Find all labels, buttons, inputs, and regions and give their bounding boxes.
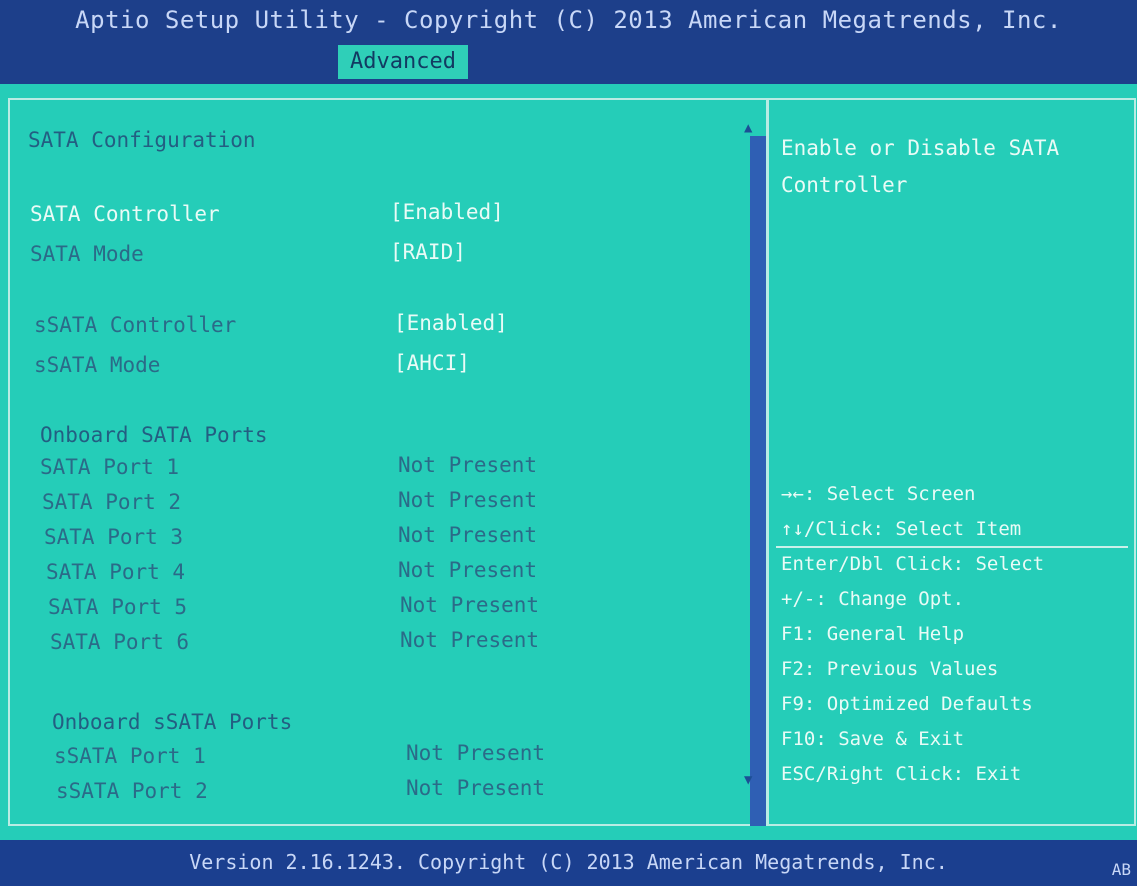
- key-help-item: +/-: Change Opt.: [781, 588, 965, 610]
- key-help-item: ↑↓/Click: Select Item: [781, 518, 1022, 540]
- setting-value-ssata-controller[interactable]: [Enabled]: [394, 311, 508, 335]
- sata-port-label: SATA Port 3: [44, 525, 184, 549]
- main-area: SATA Configuration SATA Controller [Enab…: [0, 84, 1137, 840]
- key-help-item: ESC/Right Click: Exit: [781, 763, 1022, 785]
- page-title: SATA Configuration: [28, 128, 256, 152]
- version-text: Version 2.16.1243. Copyright (C) 2013 Am…: [189, 850, 948, 874]
- key-help-item: Enter/Dbl Click: Select: [781, 553, 1045, 575]
- down-triangle-icon[interactable]: ▼: [744, 772, 752, 788]
- sata-port-status: Not Present: [398, 453, 538, 477]
- app-title: Aptio Setup Utility - Copyright (C) 2013…: [75, 6, 1062, 34]
- sata-port-status: Not Present: [398, 558, 538, 582]
- ssata-port-label: sSATA Port 1: [54, 744, 206, 768]
- sata-port-status: Not Present: [398, 488, 538, 512]
- setting-label-ssata-mode[interactable]: sSATA Mode: [34, 353, 160, 377]
- sata-port-status: Not Present: [400, 593, 540, 617]
- help-panel: Enable or Disable SATA Controller →←: Se…: [769, 98, 1136, 826]
- sata-port-label: SATA Port 2: [42, 490, 182, 514]
- onboard-sata-heading: Onboard SATA Ports: [40, 423, 268, 447]
- key-help-item: F1: General Help: [781, 623, 965, 645]
- footer-bar: Version 2.16.1243. Copyright (C) 2013 Am…: [0, 840, 1137, 886]
- setting-value-sata-controller[interactable]: [Enabled]: [390, 200, 504, 224]
- setting-value-ssata-mode[interactable]: [AHCI]: [394, 351, 470, 375]
- header-bar: Aptio Setup Utility - Copyright (C) 2013…: [0, 0, 1137, 84]
- ssata-port-label: sSATA Port 2: [56, 779, 208, 803]
- sata-port-label: SATA Port 4: [46, 560, 186, 584]
- key-help-item: F9: Optimized Defaults: [781, 693, 1033, 715]
- sata-port-status: Not Present: [398, 523, 538, 547]
- ssata-port-status: Not Present: [406, 776, 546, 800]
- footer-corner-text: AB: [1111, 860, 1131, 879]
- sata-port-label: SATA Port 5: [48, 595, 188, 619]
- key-help-item: →←: Select Screen: [781, 483, 976, 505]
- setting-label-sata-mode[interactable]: SATA Mode: [30, 242, 144, 266]
- help-separator: [776, 546, 1128, 548]
- up-triangle-icon[interactable]: ▲: [744, 120, 752, 136]
- onboard-ssata-heading: Onboard sSATA Ports: [52, 710, 293, 734]
- sata-port-label: SATA Port 6: [50, 630, 190, 654]
- setting-label-sata-controller[interactable]: SATA Controller: [30, 202, 220, 226]
- settings-panel: SATA Configuration SATA Controller [Enab…: [8, 98, 766, 826]
- help-description-line1: Enable or Disable SATA: [781, 136, 1060, 160]
- setting-label-ssata-controller[interactable]: sSATA Controller: [34, 313, 236, 337]
- sata-port-label: SATA Port 1: [40, 455, 180, 479]
- tab-advanced[interactable]: Advanced: [338, 45, 468, 79]
- key-help-item: F2: Previous Values: [781, 658, 999, 680]
- ssata-port-status: Not Present: [406, 741, 546, 765]
- sata-port-status: Not Present: [400, 628, 540, 652]
- help-description-line2: Controller: [781, 173, 908, 197]
- setting-value-sata-mode[interactable]: [RAID]: [390, 240, 466, 264]
- key-help-item: F10: Save & Exit: [781, 728, 965, 750]
